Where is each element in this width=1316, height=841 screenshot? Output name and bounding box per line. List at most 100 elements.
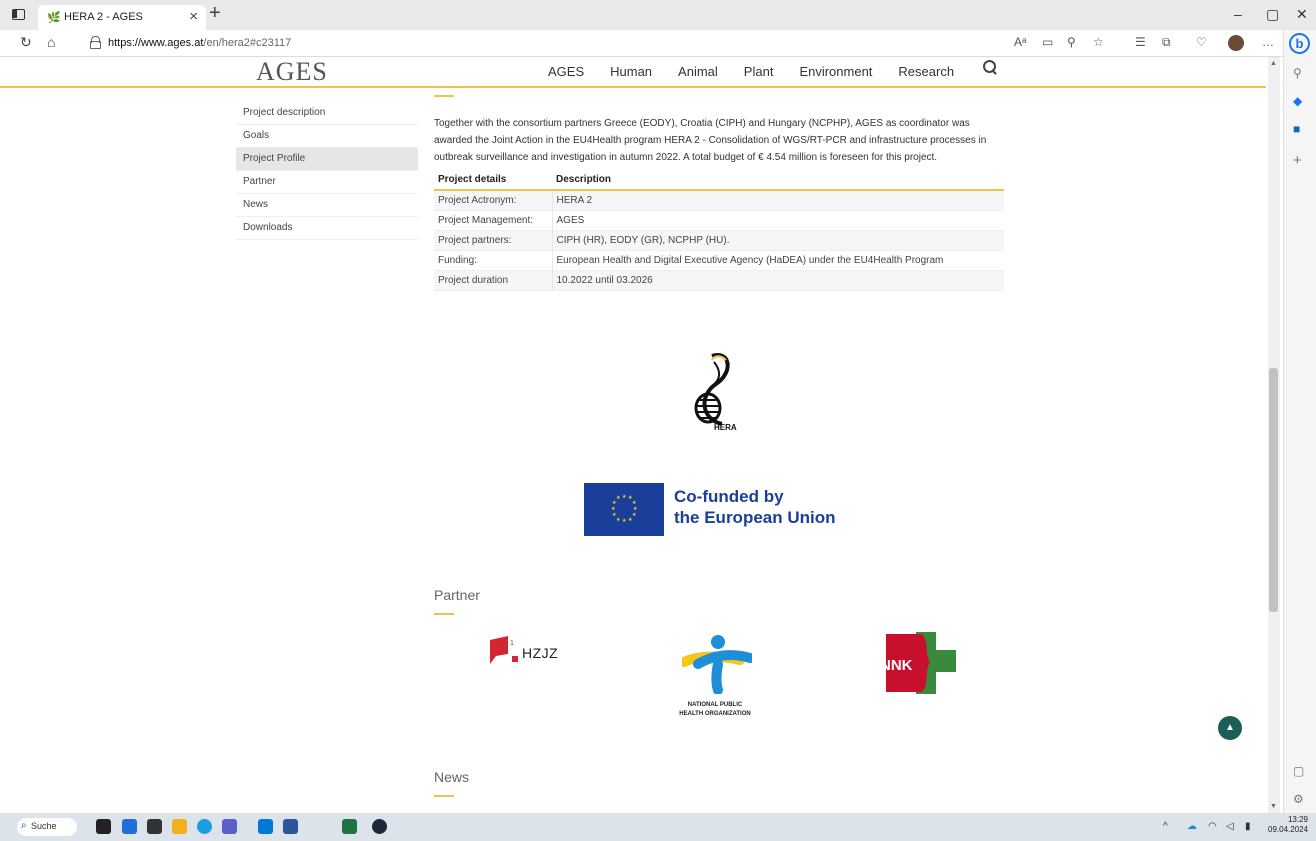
nphro-text-line1: NATIONAL PUBLIC (687, 702, 743, 708)
hzjz-logo-mark: 1 (490, 636, 518, 664)
tab-title: HERA 2 - AGES (64, 11, 143, 23)
eu-cofunded-text: Co-funded by the European Union (674, 486, 836, 528)
eu-text-line1: Co-funded by (674, 487, 784, 506)
favorite-star-icon[interactable]: ☆ (1093, 35, 1104, 49)
refresh-icon[interactable]: ↻ (20, 34, 32, 51)
teams-icon[interactable] (222, 819, 237, 834)
url-text: https://www.ages.at/en/hera2#c23117 (108, 37, 292, 49)
table-cell-value: 10.2022 until 03.2026 (552, 270, 1004, 291)
sidebar-settings-icon[interactable]: ⚙ (1293, 792, 1304, 806)
profile-avatar[interactable] (1228, 35, 1244, 51)
sidebar-add-icon[interactable]: + (1293, 152, 1302, 169)
nphro-text-line2: HEALTH ORGANIZATION (679, 711, 751, 717)
hzjz-logo-text: HZJZ (522, 645, 559, 661)
svg-text:★: ★ (611, 506, 616, 512)
store-icon[interactable] (147, 819, 162, 834)
table-header-details: Project details (434, 170, 552, 191)
partner-accent-line (434, 613, 454, 615)
sidebar-outlook-icon[interactable]: ■ (1293, 122, 1300, 136)
ages-logo[interactable]: AGES (256, 57, 328, 87)
sidebar-layout-icon[interactable]: ▢ (1293, 764, 1304, 778)
subnav-partner[interactable]: Partner (236, 171, 418, 194)
lock-icon (90, 36, 101, 49)
table-cell-value: HERA 2 (552, 190, 1004, 211)
home-icon[interactable]: ⌂ (47, 34, 55, 50)
taskbar-search[interactable]: Suche (17, 818, 77, 836)
window-close-icon[interactable]: ✕ (1296, 6, 1308, 23)
zoom-icon[interactable]: ⚲ (1067, 35, 1076, 49)
scroll-down-icon[interactable]: ▼ (1270, 803, 1277, 810)
app-circle-icon[interactable] (372, 819, 387, 834)
nav-research[interactable]: Research (898, 64, 954, 79)
minimize-icon[interactable]: – (1234, 6, 1242, 22)
back-to-top-button[interactable]: ▲ (1218, 716, 1242, 740)
nnk-logo-image: NNK (880, 632, 956, 694)
windows-taskbar: Suche ^ ☁ ◠ ◁ ▮ 13:29 09.04.2024 (0, 813, 1316, 841)
explorer-icon[interactable] (172, 819, 187, 834)
table-cell-value: AGES (552, 210, 1004, 231)
browser-tab-bar: 🌿 HERA 2 - AGES × + – ▢ ✕ (0, 0, 1316, 30)
wifi-icon[interactable]: ◠ (1208, 821, 1217, 832)
subnav-project-profile[interactable]: Project Profile (236, 148, 418, 171)
subnav-project-description[interactable]: Project description (236, 102, 418, 125)
svg-text:HERA: HERA (714, 423, 737, 432)
word-icon[interactable] (283, 819, 298, 834)
svg-text:★: ★ (616, 495, 621, 501)
nav-plant[interactable]: Plant (744, 64, 774, 79)
subnav-goals[interactable]: Goals (236, 125, 418, 148)
nav-environment[interactable]: Environment (799, 64, 872, 79)
read-aloud-icon[interactable]: Aᵃ (1014, 35, 1026, 49)
subnav-downloads[interactable]: Downloads (236, 217, 418, 240)
svg-text:1: 1 (510, 640, 514, 647)
nav-animal[interactable]: Animal (678, 64, 718, 79)
edge-sidebar (1283, 30, 1316, 813)
nav-human[interactable]: Human (610, 64, 652, 79)
table-row: Project Management: AGES (434, 210, 1004, 231)
url-field[interactable]: https://www.ages.at/en/hera2#c23117 (78, 33, 1128, 54)
collections-icon[interactable]: ⧉ (1162, 35, 1171, 50)
taskview-icon[interactable] (96, 819, 111, 834)
more-menu-icon[interactable]: … (1262, 35, 1274, 49)
news-accent-line (434, 795, 454, 797)
volume-icon[interactable]: ◁ (1226, 821, 1234, 832)
svg-text:★: ★ (622, 494, 627, 500)
project-details-table: Project details Description Project Actr… (434, 170, 1004, 291)
eu-text-line2: the European Union (674, 508, 836, 527)
svg-text:★: ★ (616, 517, 621, 523)
nav-ages[interactable]: AGES (548, 64, 584, 79)
nphro-logo-text: NATIONAL PUBLIC HEALTH ORGANIZATION (665, 701, 765, 719)
scrollbar-thumb[interactable] (1269, 368, 1278, 612)
outlook-icon[interactable] (258, 819, 273, 834)
clock-time: 13:29 (1287, 815, 1308, 824)
browser-tab[interactable]: 🌿 HERA 2 - AGES × (38, 5, 206, 30)
scroll-up-icon[interactable]: ▲ (1270, 60, 1277, 67)
immersive-reader-icon[interactable]: ▭ (1042, 35, 1053, 49)
partner-section-title: Partner (434, 587, 480, 603)
table-row: Funding: European Health and Digital Exe… (434, 250, 1004, 271)
widgets-icon[interactable] (122, 819, 137, 834)
favorites-icon[interactable]: ☰ (1135, 35, 1146, 49)
intro-paragraph: Together with the consortium partners Gr… (434, 118, 987, 163)
sidebar-shopping-icon[interactable]: ◆ (1293, 94, 1302, 108)
new-tab-icon[interactable]: + (209, 3, 221, 23)
table-cell-value: CIPH (HR), EODY (GR), NCPHP (HU). (552, 230, 1004, 251)
onedrive-icon[interactable]: ☁ (1187, 821, 1197, 832)
tray-chevron-icon[interactable]: ^ (1163, 821, 1168, 832)
taskbar-clock[interactable]: 13:29 09.04.2024 (1268, 815, 1308, 835)
table-cell-label: Funding: (434, 250, 553, 271)
table-row: Project duration 10.2022 until 03.2026 (434, 270, 1004, 291)
tab-actions-icon[interactable] (12, 9, 25, 20)
table-cell-value: European Health and Digital Executive Ag… (552, 250, 1004, 271)
excel-icon[interactable] (342, 819, 357, 834)
bing-copilot-icon[interactable]: b (1289, 33, 1310, 54)
site-search-icon[interactable] (983, 60, 997, 74)
subnav-news[interactable]: News (236, 194, 418, 217)
restore-icon[interactable]: ▢ (1266, 6, 1279, 23)
performance-icon[interactable]: ♡ (1196, 35, 1207, 49)
edge-icon[interactable] (197, 819, 212, 834)
tab-close-icon[interactable]: × (189, 8, 198, 25)
battery-icon[interactable]: ▮ (1245, 821, 1251, 832)
svg-text:★: ★ (632, 512, 637, 518)
hera-logo-image: HERA (694, 353, 737, 432)
sidebar-search-icon[interactable]: ⚲ (1293, 66, 1302, 80)
